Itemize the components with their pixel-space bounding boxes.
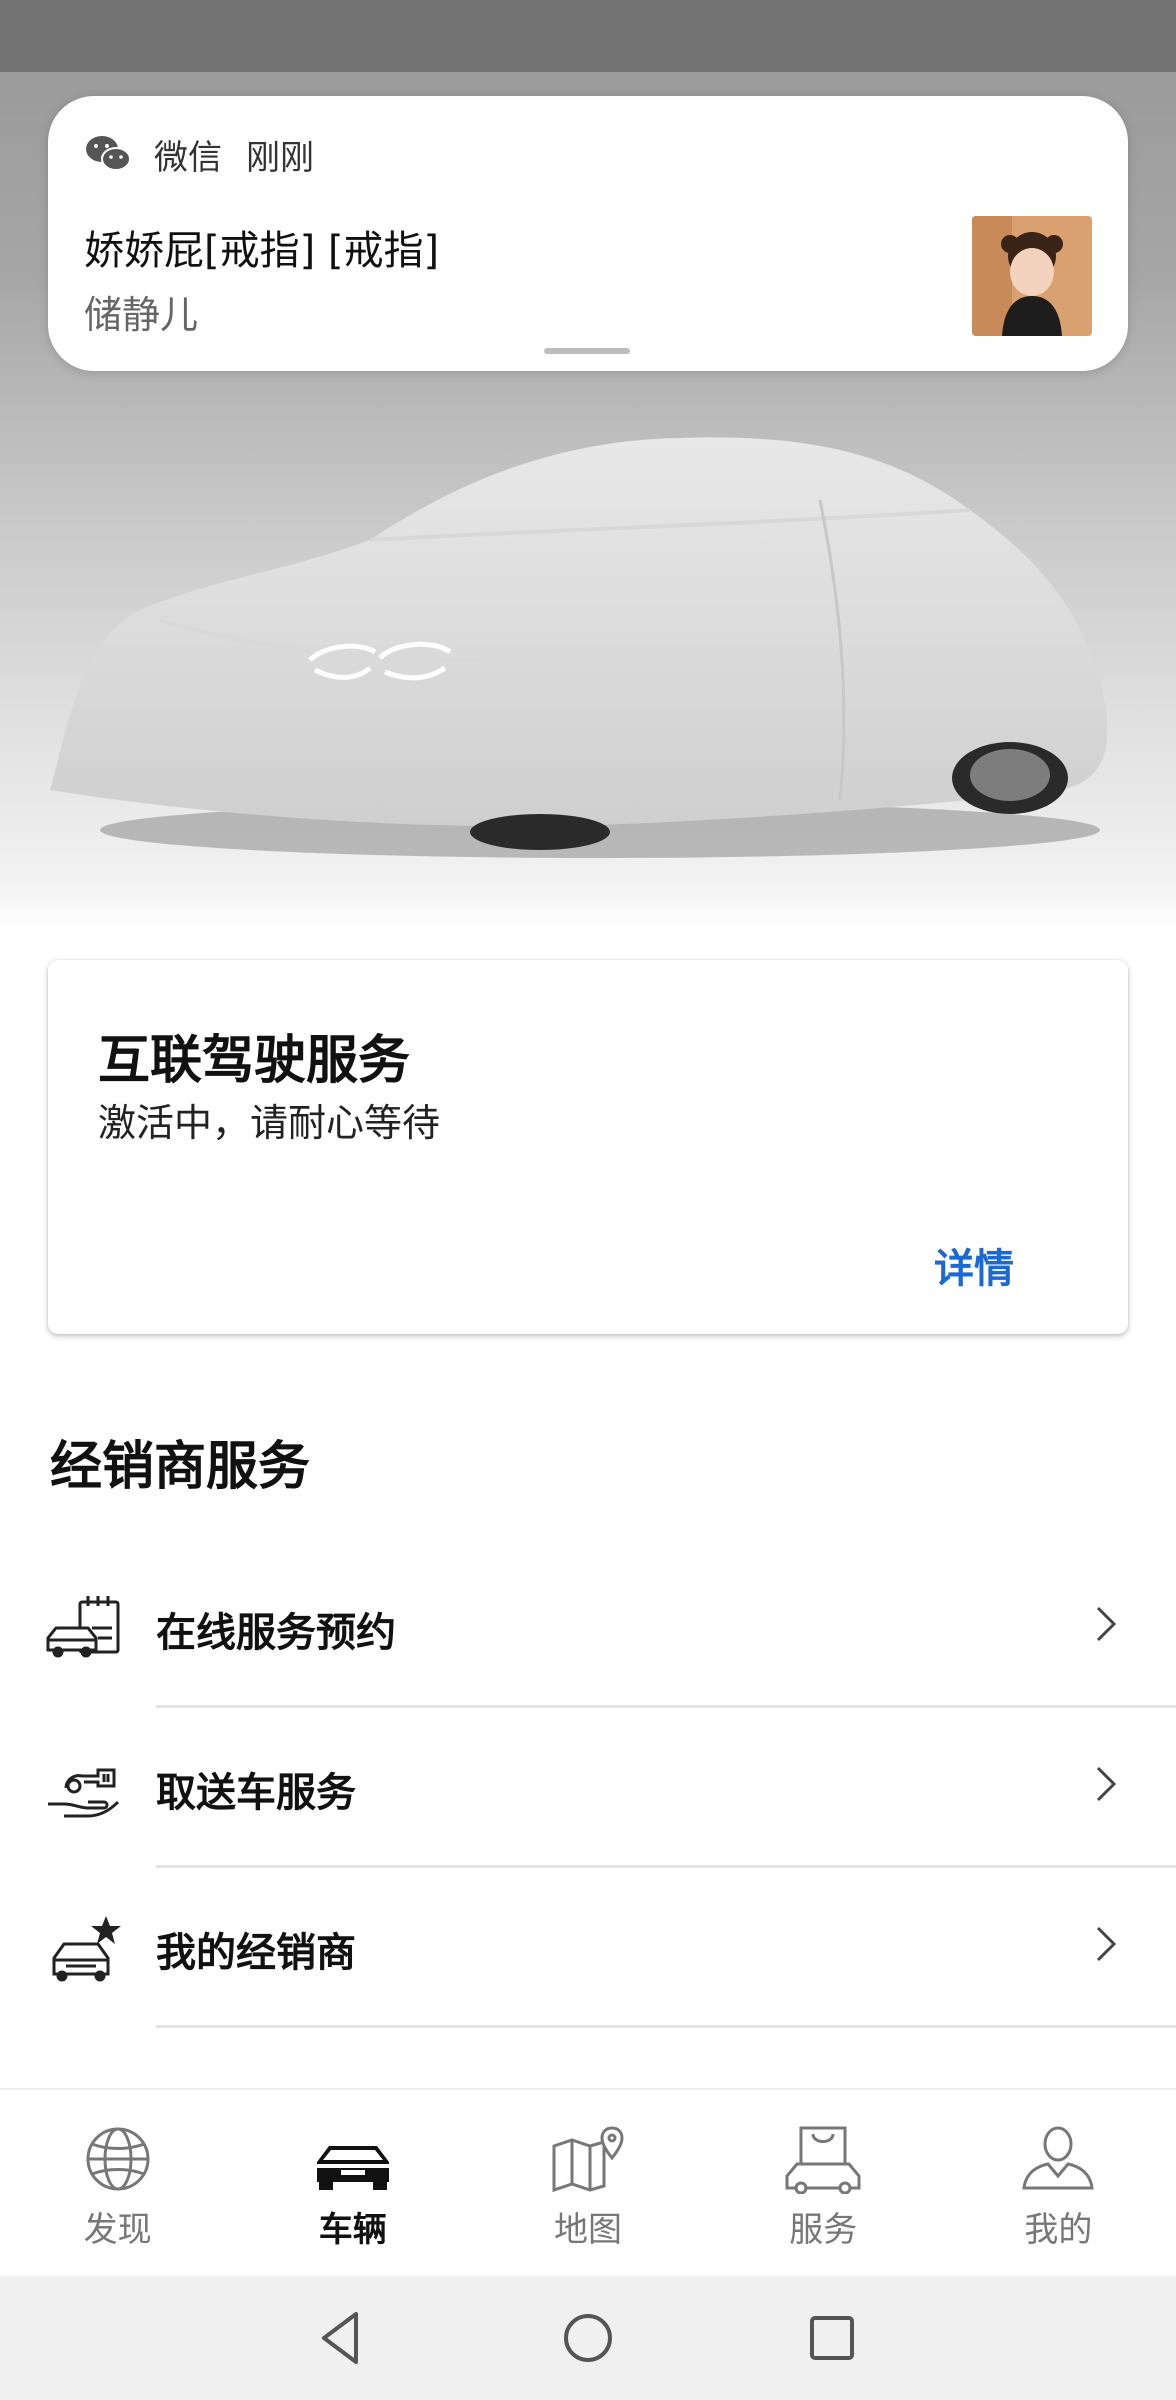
pickup-delivery-label: 取送车服务: [156, 1770, 356, 1816]
wechat-icon: [86, 136, 131, 171]
nav-tab-service[interactable]: 服务: [706, 2090, 941, 2276]
row-divider: [156, 2025, 1176, 2028]
notification-title: 娇娇屁[戒指] [戒指]: [84, 228, 440, 274]
pickup-delivery-row[interactable]: 取送车服务: [0, 1708, 1176, 1868]
nav-tab-vehicle[interactable]: 车辆: [235, 2090, 470, 2276]
service-appointment-row[interactable]: 在线服务预约: [0, 1548, 1176, 1708]
nav-label-map: 地图: [554, 2210, 622, 2250]
status-bar: [0, 0, 1176, 72]
chevron-right-icon: [1096, 1766, 1117, 1802]
recents-icon[interactable]: [800, 2306, 864, 2370]
my-dealer-row[interactable]: 我的经销商: [0, 1868, 1176, 2028]
home-icon[interactable]: [556, 2306, 620, 2370]
shopping-bag-car-icon: [785, 2126, 861, 2194]
details-link[interactable]: 详情: [934, 1236, 1014, 1294]
nav-tab-map[interactable]: 地图: [470, 2090, 705, 2276]
dealer-section-title: 经销商服务: [50, 1437, 311, 1497]
bottom-navigation: 发现 车辆 地图 服务 我的: [0, 2090, 1176, 2276]
connected-drive-card: 互联驾驶服务 激活中，请耐心等待 详情: [48, 960, 1128, 1334]
nav-label-discover: 发现: [83, 2210, 152, 2250]
nav-tab-discover[interactable]: 发现: [0, 2090, 235, 2276]
my-dealer-label: 我的经销商: [156, 1930, 356, 1976]
covered-car-image: [50, 437, 1108, 858]
car-calendar-icon: [46, 1596, 120, 1658]
card-status: 激活中，请耐心等待: [98, 1101, 441, 1145]
car-icon: [316, 2146, 389, 2190]
notification-time: 刚刚: [246, 137, 314, 178]
card-title: 互联驾驶服务: [98, 1031, 411, 1091]
service-appointment-label: 在线服务预约: [156, 1610, 396, 1656]
person-icon: [1022, 2126, 1095, 2190]
wechat-notification[interactable]: 微信 刚刚 娇娇屁[戒指] [戒指] 储静儿: [48, 96, 1128, 371]
nav-tab-me[interactable]: 我的: [941, 2090, 1176, 2276]
chevron-right-icon: [1096, 1606, 1117, 1642]
key-handover-icon: [48, 1768, 120, 1818]
nav-label-service: 服务: [789, 2210, 858, 2250]
notification-sender: 储静儿: [84, 293, 199, 337]
notification-app-name: 微信: [154, 137, 222, 178]
nav-label-vehicle: 车辆: [318, 2210, 387, 2250]
nav-label-me: 我的: [1024, 2210, 1093, 2250]
map-pin-icon: [552, 2126, 624, 2193]
globe-icon: [86, 2127, 150, 2191]
chevron-right-icon: [1096, 1926, 1117, 1962]
notification-drag-handle[interactable]: [544, 348, 630, 354]
car-star-icon: [52, 1916, 121, 1982]
back-icon[interactable]: [310, 2306, 374, 2370]
notification-avatar: [972, 216, 1092, 336]
system-navigation-bar: [0, 2276, 1176, 2400]
